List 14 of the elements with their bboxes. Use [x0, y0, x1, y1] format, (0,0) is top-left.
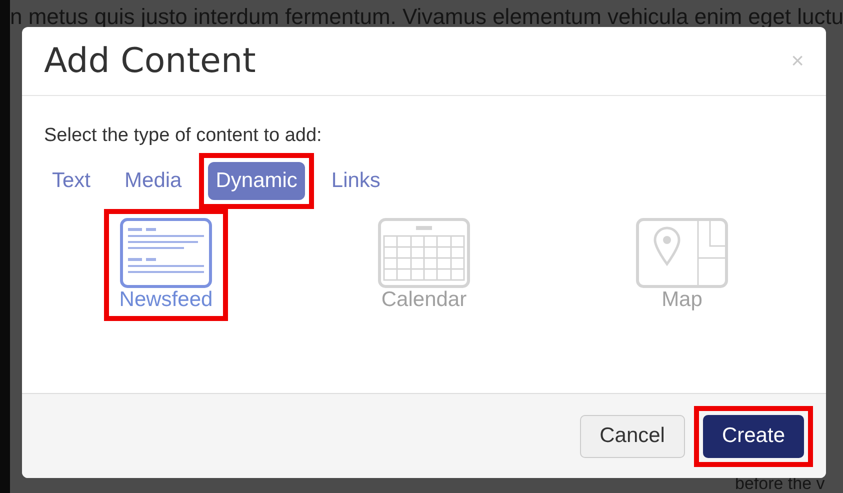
dialog-title: Add Content: [44, 40, 256, 82]
newsfeed-icon: [120, 218, 212, 288]
prompt-text: Select the type of content to add:: [44, 124, 323, 148]
tab[interactable]: Media: [116, 162, 190, 200]
tab[interactable]: Dynamic: [208, 162, 306, 200]
map-pin-icon: [636, 218, 728, 288]
cancel-button[interactable]: Cancel: [580, 414, 685, 458]
content-type-option[interactable]: Map: [630, 218, 734, 312]
create-button[interactable]: Create: [702, 414, 804, 458]
content-type-option[interactable]: Newsfeed: [113, 218, 219, 312]
tab[interactable]: Links: [323, 162, 388, 200]
content-type-option[interactable]: Calendar: [372, 218, 476, 312]
calendar-icon: [378, 218, 470, 288]
tab[interactable]: Text: [44, 162, 99, 200]
